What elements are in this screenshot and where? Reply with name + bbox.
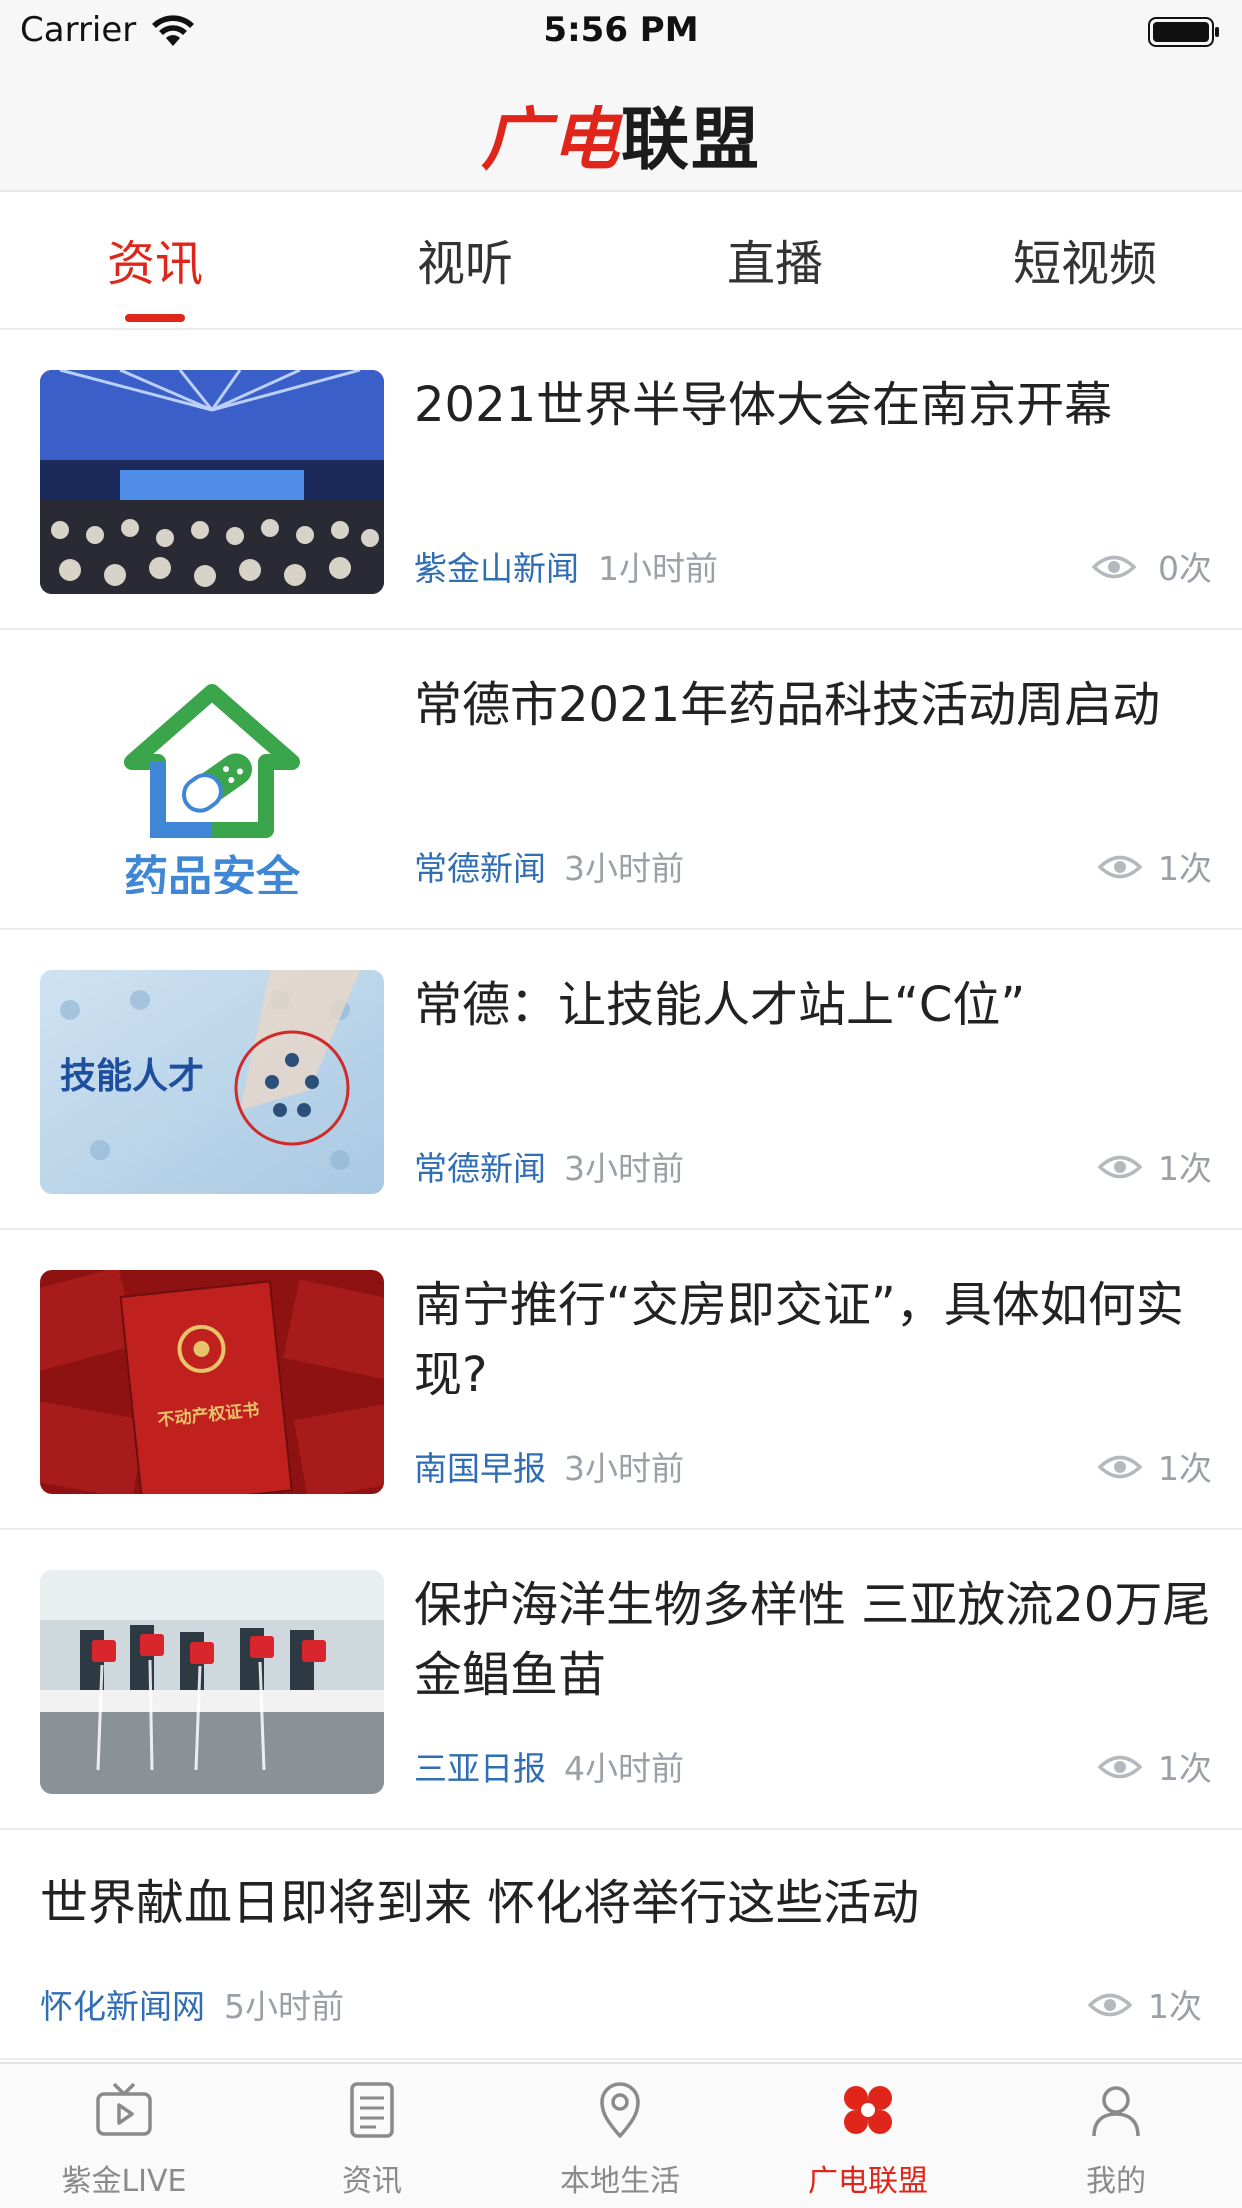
news-time: 5小时前 (224, 1987, 344, 2026)
news-source: 常德新闻 (414, 849, 546, 888)
status-bar: Carrier 5:56 PM (0, 0, 1242, 62)
news-views: 1次 (1158, 1149, 1212, 1188)
tv-play-icon (96, 2082, 152, 2136)
news-views: 1次 (1158, 1449, 1212, 1488)
location-pin-icon (600, 2082, 640, 2138)
news-item[interactable]: 世界献血日即将到来 怀化将举行这些活动 怀化新闻网 5小时前 1次 (0, 1830, 1242, 2060)
fish-release-thumbnail (40, 1570, 384, 1794)
tabbar-label: 本地生活 (560, 2164, 680, 2199)
news-time: 4小时前 (564, 1749, 684, 1788)
news-views: 1次 (1158, 849, 1212, 888)
tabbar-alliance[interactable]: 广电联盟 (744, 2064, 992, 2208)
news-time: 3小时前 (564, 1449, 684, 1488)
app-logo: 广电联盟 (480, 100, 762, 180)
tab-short-video[interactable]: 短视频 (930, 224, 1240, 294)
property-certificate-thumbnail: 不动产权证书 (40, 1270, 384, 1494)
battery-icon (1148, 17, 1219, 47)
tabbar-local-life[interactable]: 本地生活 (496, 2064, 744, 2208)
news-title: 常德：让技能人才站上“C位” (414, 977, 1026, 1033)
active-tab-indicator (125, 314, 185, 322)
profile-icon (1092, 2086, 1140, 2137)
news-item[interactable]: 不动产权证书 南宁推行“交房即交证”，具体如何实现? 南国早报 3小时前 1次 (0, 1230, 1242, 1530)
tabbar-zijin-live[interactable]: 紫金LIVE (0, 2064, 248, 2208)
news-source: 南国早报 (414, 1449, 546, 1488)
skilled-talent-thumbnail: 技能人才 (40, 970, 384, 1194)
news-title: 世界献血日即将到来 怀化将举行这些活动 (40, 1875, 920, 1931)
news-item[interactable]: 2021世界半导体大会在南京开幕 紫金山新闻 1小时前 0次 (0, 330, 1242, 630)
news-title: 2021世界半导体大会在南京开幕 (414, 377, 1113, 433)
bottom-tab-bar: 紫金LIVE 资讯 本地生活 广电联盟 我的 (0, 2062, 1242, 2208)
news-list-icon (350, 2082, 394, 2138)
tabbar-news[interactable]: 资讯 (248, 2064, 496, 2208)
nav-bar: 广电联盟 (0, 62, 1242, 192)
tab-news[interactable]: 资讯 (0, 224, 310, 294)
eye-icon (1098, 1455, 1142, 1479)
tabbar-profile[interactable]: 我的 (992, 2064, 1240, 2208)
drug-safety-thumbnail: 药品安全 (40, 670, 384, 894)
news-time: 3小时前 (564, 849, 684, 888)
clock: 5:56 PM (543, 10, 699, 50)
news-source: 三亚日报 (414, 1749, 546, 1788)
news-views: 1次 (1148, 1987, 1202, 2026)
news-source: 怀化新闻网 (40, 1987, 205, 2026)
news-title: 保护海洋生物多样性 三亚放流20万尾金鲳鱼苗 (414, 1577, 1211, 1703)
eye-icon (1088, 1993, 1132, 2017)
news-source: 常德新闻 (414, 1149, 546, 1188)
news-item[interactable]: 药品安全 常德市2021年药品科技活动周启动 常德新闻 3小时前 1次 (0, 630, 1242, 930)
eye-icon (1098, 855, 1142, 879)
tab-audio-video[interactable]: 视听 (310, 224, 620, 294)
eye-icon (1098, 1755, 1142, 1779)
news-views: 1次 (1158, 1749, 1212, 1788)
news-item[interactable]: 技能人才 常德：让技能人才站上“C位” 常德新闻 3小时前 1次 (0, 930, 1242, 1230)
tabbar-label: 我的 (1086, 2164, 1146, 2199)
news-title: 常德市2021年药品科技活动周启动 (414, 677, 1161, 733)
category-tabs: 资讯 视听 直播 短视频 (0, 192, 1242, 330)
news-source: 紫金山新闻 (414, 549, 579, 588)
conference-hall-thumbnail (40, 370, 384, 594)
news-time: 1小时前 (598, 549, 718, 588)
eye-icon (1098, 1155, 1142, 1179)
news-item[interactable]: 保护海洋生物多样性 三亚放流20万尾金鲳鱼苗 三亚日报 4小时前 1次 (0, 1530, 1242, 1830)
news-title: 南宁推行“交房即交证”，具体如何实现? (414, 1277, 1184, 1403)
alliance-flower-icon (844, 2086, 892, 2134)
tabbar-label: 紫金LIVE (61, 2164, 187, 2199)
drug-safety-text: 药品安全 (124, 852, 301, 894)
tab-live[interactable]: 直播 (620, 224, 930, 294)
news-views: 0次 (1158, 549, 1212, 588)
tabbar-label: 广电联盟 (808, 2164, 928, 2199)
tabbar-label: 资讯 (342, 2164, 402, 2199)
skilled-talent-text: 技能人才 (60, 1056, 204, 1097)
eye-icon (1092, 555, 1136, 579)
news-time: 3小时前 (564, 1149, 684, 1188)
